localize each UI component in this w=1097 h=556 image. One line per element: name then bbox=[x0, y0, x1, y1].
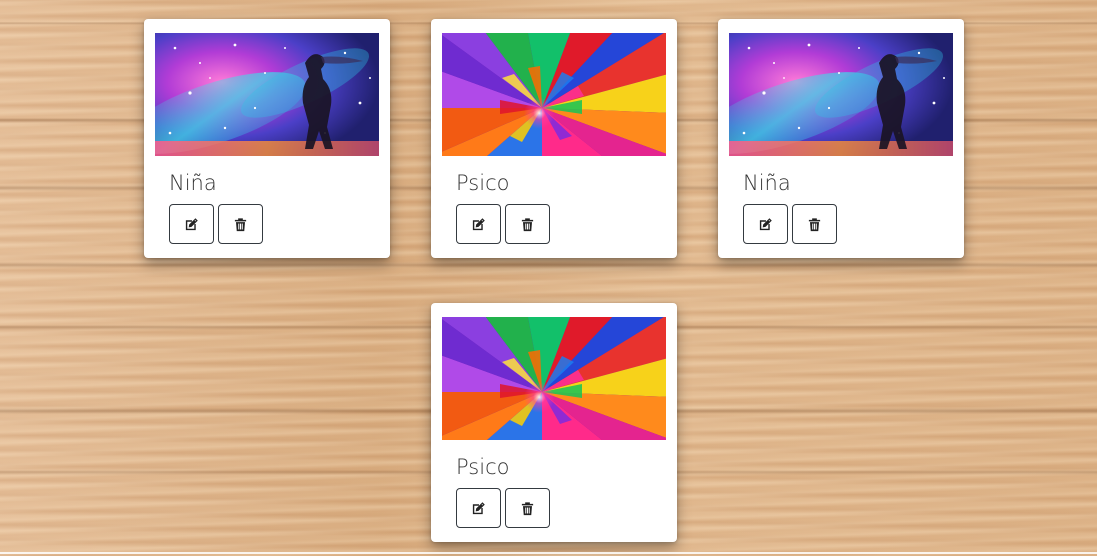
card-actions bbox=[456, 204, 666, 244]
card-actions bbox=[743, 204, 953, 244]
edit-button[interactable] bbox=[169, 204, 214, 244]
psychedelic-swirl-image bbox=[442, 317, 666, 440]
psychedelic-swirl-image bbox=[442, 33, 666, 156]
card-title: Niña bbox=[743, 171, 791, 195]
delete-button[interactable] bbox=[792, 204, 837, 244]
trash-icon bbox=[807, 217, 822, 232]
trash-icon bbox=[233, 217, 248, 232]
image-card: Niña bbox=[144, 19, 390, 258]
image-card: Psico bbox=[431, 303, 677, 542]
trash-icon bbox=[520, 501, 535, 516]
edit-button[interactable] bbox=[456, 204, 501, 244]
card-title: Psico bbox=[456, 171, 510, 195]
card-actions bbox=[456, 488, 666, 528]
card-title: Niña bbox=[169, 171, 217, 195]
edit-button[interactable] bbox=[743, 204, 788, 244]
galaxy-girl-image bbox=[729, 33, 953, 156]
galaxy-girl-image bbox=[155, 33, 379, 156]
card-actions bbox=[169, 204, 379, 244]
edit-icon bbox=[471, 217, 486, 232]
delete-button[interactable] bbox=[218, 204, 263, 244]
image-card: Psico bbox=[431, 19, 677, 258]
edit-icon bbox=[184, 217, 199, 232]
delete-button[interactable] bbox=[505, 488, 550, 528]
edit-button[interactable] bbox=[456, 488, 501, 528]
edit-icon bbox=[471, 501, 486, 516]
page-bottom-divider bbox=[0, 552, 1097, 554]
edit-icon bbox=[758, 217, 773, 232]
image-card: Niña bbox=[718, 19, 964, 258]
delete-button[interactable] bbox=[505, 204, 550, 244]
card-title: Psico bbox=[456, 455, 510, 479]
trash-icon bbox=[520, 217, 535, 232]
